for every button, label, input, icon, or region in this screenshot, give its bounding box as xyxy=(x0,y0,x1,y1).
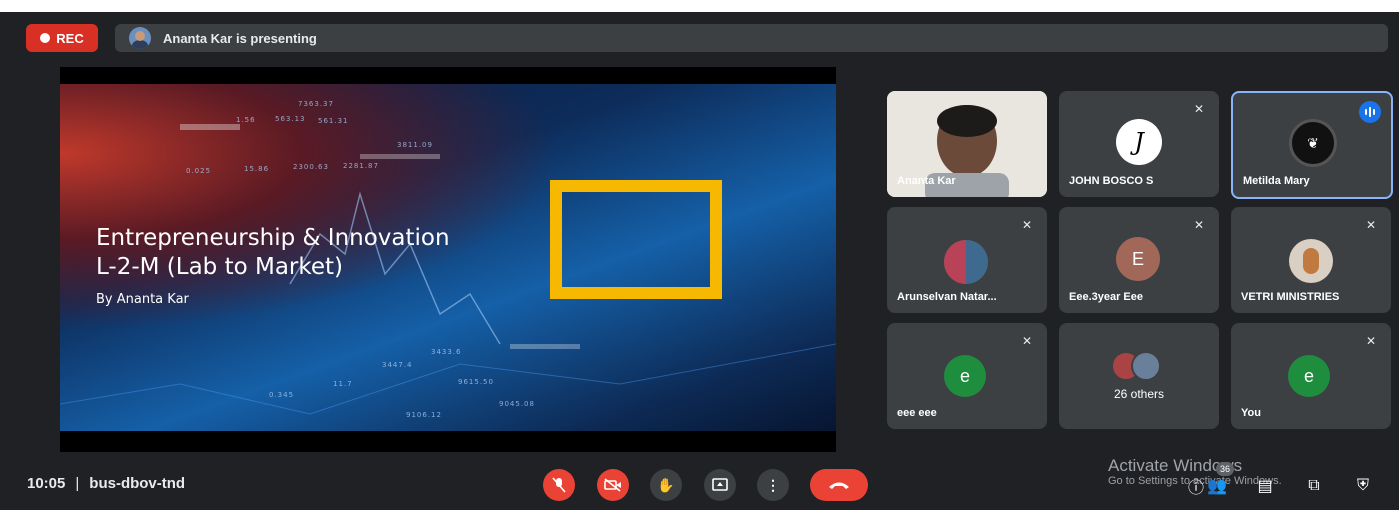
ticker-text: 7363.37 xyxy=(298,100,334,108)
participant-name: Eee.3year Eee xyxy=(1069,291,1144,303)
leave-call-button[interactable] xyxy=(810,469,868,501)
ticker-text: 9615.50 xyxy=(458,378,494,386)
participant-tile-arunselvan[interactable]: ✕ Arunselvan Natar... xyxy=(887,207,1047,313)
present-now-button[interactable] xyxy=(704,469,736,501)
ticker-text: 3447.4 xyxy=(382,361,413,369)
ticker-text: 0.025 xyxy=(186,167,212,175)
host-controls-button[interactable]: ⛨ xyxy=(1352,475,1374,497)
participant-tile-others[interactable]: 26 others xyxy=(1059,323,1219,429)
participant-avatar-initial: e xyxy=(944,355,986,397)
ticker-text: 9106.12 xyxy=(406,411,442,419)
slide-title-line2: L-2-M (Lab to Market) xyxy=(96,254,344,280)
participant-tile-vetri-ministries[interactable]: ✕ VETRI MINISTRIES xyxy=(1231,207,1391,313)
ticker-text: 3811.09 xyxy=(397,141,433,149)
meeting-info-button[interactable]: ⓘ xyxy=(1185,475,1207,497)
ticker-text: 9045.08 xyxy=(499,400,535,408)
speaking-indicator-icon xyxy=(1359,101,1381,123)
ticker-text: 561.31 xyxy=(318,117,349,125)
participant-name: Metilda Mary xyxy=(1243,175,1310,187)
ticker-text: 0.345 xyxy=(269,391,295,399)
participant-avatar-photo xyxy=(944,240,988,284)
participant-tile-ananta-kar[interactable]: Ananta Kar xyxy=(887,91,1047,197)
ticker-text: 1.56 xyxy=(236,116,256,124)
participant-name: Ananta Kar xyxy=(897,175,956,187)
more-vert-icon: ⋮ xyxy=(766,476,780,493)
presenting-text: Ananta Kar is presenting xyxy=(163,30,317,46)
activities-button[interactable]: ⧉ xyxy=(1303,475,1325,497)
recording-indicator[interactable]: REC xyxy=(26,24,98,52)
mic-toggle-button[interactable] xyxy=(543,469,575,501)
participant-avatar-photo xyxy=(1131,351,1161,381)
presenter-avatar xyxy=(129,27,151,49)
ticker-text: 11.7 xyxy=(333,380,353,388)
participant-avatar-logo: J xyxy=(1116,119,1162,165)
people-button[interactable]: 👥 xyxy=(1206,475,1228,497)
shield-lock-icon: ⛨ xyxy=(1356,477,1369,494)
hand-icon: ✋ xyxy=(657,476,675,493)
participant-name: You xyxy=(1241,407,1261,419)
meeting-details: 10:05 | bus-dbov-tnd xyxy=(27,475,185,492)
ticker-text: 563.13 xyxy=(275,115,306,123)
participant-name: VETRI MINISTRIES xyxy=(1241,291,1340,303)
mic-off-icon: ✕ xyxy=(1365,218,1377,232)
record-dot-icon xyxy=(40,33,51,43)
slide-byline: By Ananta Kar xyxy=(96,292,189,307)
chat-icon: ▤ xyxy=(1257,478,1273,495)
mic-off-icon: ✕ xyxy=(1021,334,1033,348)
raise-hand-button[interactable]: ✋ xyxy=(650,469,682,501)
participant-avatar-photo xyxy=(1289,239,1333,283)
ticker-text: 15.86 xyxy=(244,165,270,173)
butterfly-icon: ❦ xyxy=(1289,119,1337,167)
participant-tile-eee-3year[interactable]: ✕ E Eee.3year Eee xyxy=(1059,207,1219,313)
participant-avatar-initial: E xyxy=(1116,237,1160,281)
people-count-badge: 36 xyxy=(1216,462,1234,476)
slide-title-line1: Entrepreneurship & Innovation xyxy=(96,225,450,251)
presentation-stage[interactable]: 7363.37 563.13 561.31 3811.09 2300.63 22… xyxy=(60,67,836,452)
participant-tile-metilda-mary[interactable]: ❦ Metilda Mary xyxy=(1231,91,1393,199)
participant-name: Arunselvan Natar... xyxy=(897,291,997,303)
mic-off-icon: ✕ xyxy=(1193,218,1205,232)
participant-tile-eee-eee[interactable]: ✕ e eee eee xyxy=(887,323,1047,429)
presenting-banner[interactable]: Ananta Kar is presenting xyxy=(115,24,1388,52)
presentation-slide: 7363.37 563.13 561.31 3811.09 2300.63 22… xyxy=(60,84,836,431)
ticker-text: 2300.63 xyxy=(293,163,329,171)
present-screen-icon xyxy=(712,478,728,491)
mic-off-icon: ✕ xyxy=(1365,334,1377,348)
more-options-button[interactable]: ⋮ xyxy=(757,469,789,501)
mic-off-icon xyxy=(552,477,566,493)
slide-logo-frame xyxy=(550,180,722,299)
chat-button[interactable]: ▤ xyxy=(1254,475,1276,497)
info-icon: ⓘ xyxy=(1187,480,1204,497)
slide-title: Entrepreneurship & Innovation L-2-M (Lab… xyxy=(96,224,450,282)
ticker-text: 2281.87 xyxy=(343,162,379,170)
meeting-code[interactable]: bus-dbov-tnd xyxy=(89,475,185,492)
camera-toggle-button[interactable] xyxy=(597,469,629,501)
phone-hangup-icon xyxy=(829,482,849,489)
participant-tile-john-bosco[interactable]: ✕ J JOHN BOSCO S xyxy=(1059,91,1219,197)
people-icon: 👥 xyxy=(1207,478,1227,495)
meeting-time: 10:05 xyxy=(27,475,66,492)
camera-off-icon xyxy=(604,478,621,492)
participant-avatar-initial: e xyxy=(1288,355,1330,397)
window-top-edge xyxy=(0,0,1399,12)
recording-label: REC xyxy=(56,30,84,46)
meeting-separator: | xyxy=(75,475,80,492)
participant-tile-you[interactable]: ✕ e You xyxy=(1231,323,1391,429)
participant-name: JOHN BOSCO S xyxy=(1069,175,1154,187)
others-count-label: 26 others xyxy=(1113,387,1165,401)
participant-name: eee eee xyxy=(897,407,937,419)
mic-off-icon: ✕ xyxy=(1021,218,1033,232)
ticker-text: 3433.6 xyxy=(431,348,462,356)
activities-icon: ⧉ xyxy=(1308,477,1320,494)
mic-off-icon: ✕ xyxy=(1193,102,1205,116)
